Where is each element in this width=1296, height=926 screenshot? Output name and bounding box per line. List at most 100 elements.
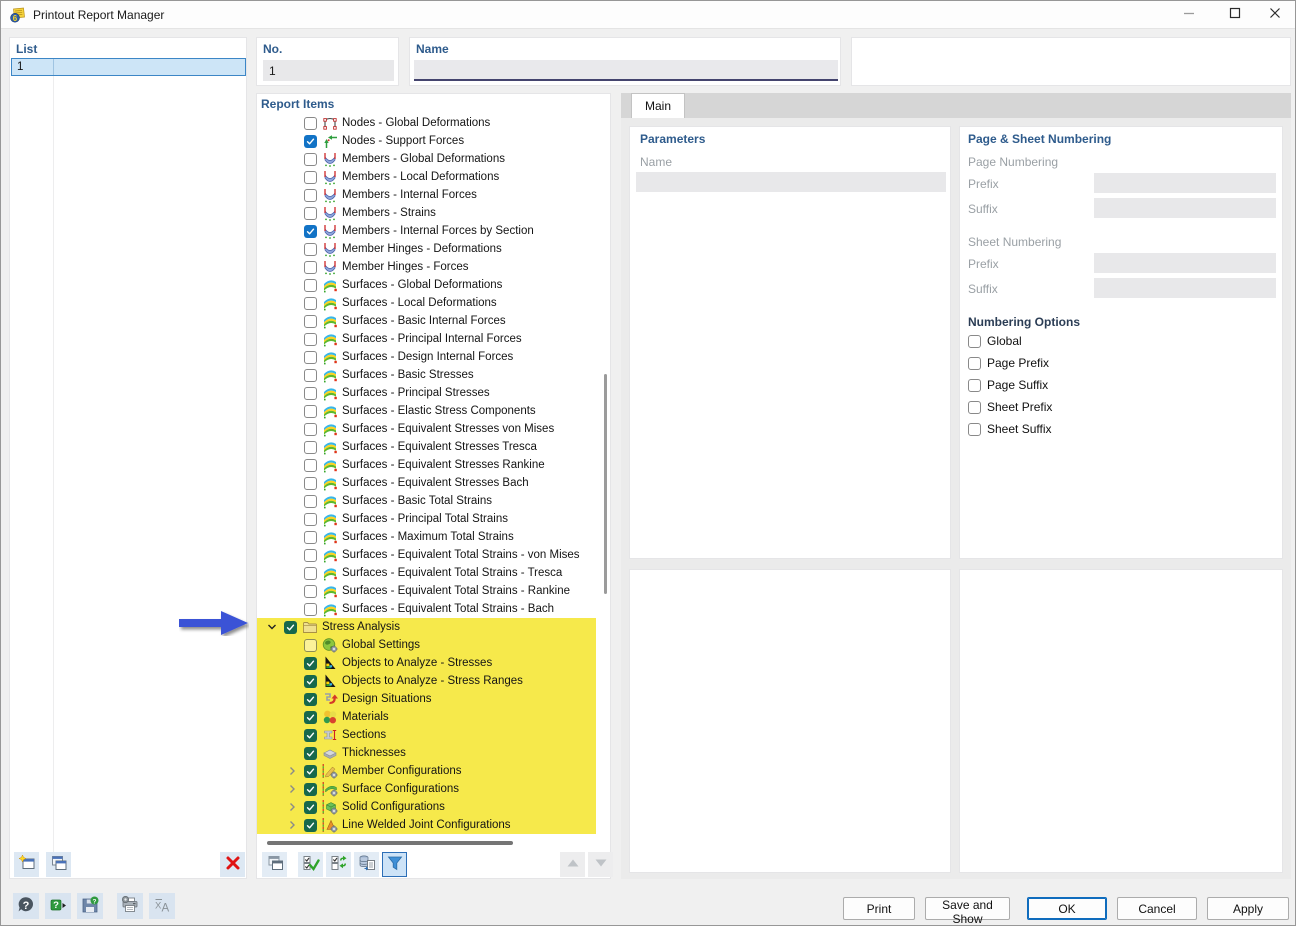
report-item-checkbox[interactable]	[304, 369, 317, 382]
report-item-checkbox[interactable]	[304, 531, 317, 544]
report-item-row[interactable]: Member Configurations	[257, 762, 596, 780]
move-up-button[interactable]	[560, 852, 585, 877]
vertical-scrollbar[interactable]	[604, 374, 607, 594]
language-button[interactable]: XA	[149, 893, 175, 919]
report-item-checkbox[interactable]	[304, 729, 317, 742]
import-from-database-button[interactable]	[354, 852, 379, 877]
report-item-checkbox[interactable]	[304, 279, 317, 292]
report-item-row[interactable]: Sections	[257, 726, 596, 744]
report-item-row[interactable]: Nodes - Global Deformations	[257, 114, 596, 132]
report-item-row[interactable]: Solid Configurations	[257, 798, 596, 816]
numbering-option-checkbox[interactable]	[968, 423, 981, 436]
report-item-row[interactable]: Objects to Analyze - Stresses	[257, 654, 596, 672]
copy-items-button[interactable]	[262, 852, 287, 877]
print-button[interactable]: Print	[843, 897, 915, 920]
numbering-option-checkbox[interactable]	[968, 401, 981, 414]
save-and-show-button[interactable]: Save and Show	[925, 897, 1010, 920]
report-item-checkbox[interactable]	[304, 639, 317, 652]
report-item-checkbox[interactable]	[304, 423, 317, 436]
report-item-row[interactable]: Surfaces - Equivalent Stresses Tresca	[257, 438, 596, 456]
report-item-checkbox[interactable]	[304, 549, 317, 562]
report-item-checkbox[interactable]	[304, 675, 317, 688]
report-number-input[interactable]	[263, 60, 394, 81]
report-item-checkbox[interactable]	[304, 387, 317, 400]
report-item-checkbox[interactable]	[304, 261, 317, 274]
report-item-checkbox[interactable]	[304, 405, 317, 418]
report-item-row[interactable]: Member Hinges - Deformations	[257, 240, 596, 258]
report-item-row[interactable]: Surfaces - Equivalent Total Strains - Ba…	[257, 600, 596, 618]
report-item-row[interactable]: Surfaces - Elastic Stress Components	[257, 402, 596, 420]
report-item-checkbox[interactable]	[304, 765, 317, 778]
copy-report-button[interactable]	[46, 852, 71, 877]
report-item-checkbox[interactable]	[284, 621, 297, 634]
report-item-row[interactable]: Nodes - Support Forces	[257, 132, 596, 150]
report-item-row[interactable]: Design Situations	[257, 690, 596, 708]
report-item-checkbox[interactable]	[304, 297, 317, 310]
list-row[interactable]: 1	[11, 58, 246, 76]
report-item-checkbox[interactable]	[304, 783, 317, 796]
toggle-selection-button[interactable]	[326, 852, 351, 877]
report-item-checkbox[interactable]	[304, 207, 317, 220]
report-item-checkbox[interactable]	[304, 801, 317, 814]
report-item-checkbox[interactable]	[304, 693, 317, 706]
report-item-checkbox[interactable]	[304, 495, 317, 508]
report-item-checkbox[interactable]	[304, 459, 317, 472]
report-item-checkbox[interactable]	[304, 585, 317, 598]
report-item-row[interactable]: Surfaces - Principal Total Strains	[257, 510, 596, 528]
report-item-row[interactable]: Surfaces - Equivalent Total Strains - Tr…	[257, 564, 596, 582]
quick-help-button[interactable]: ?	[45, 893, 71, 919]
select-all-button[interactable]	[298, 852, 323, 877]
report-item-checkbox[interactable]	[304, 513, 317, 526]
report-item-checkbox[interactable]	[304, 117, 317, 130]
report-item-row[interactable]: Objects to Analyze - Stress Ranges	[257, 672, 596, 690]
report-item-row[interactable]: Surfaces - Design Internal Forces	[257, 348, 596, 366]
ok-button[interactable]: OK	[1027, 897, 1107, 920]
report-item-row[interactable]: Surfaces - Equivalent Stresses von Mises	[257, 420, 596, 438]
report-item-row[interactable]: Surfaces - Equivalent Total Strains - vo…	[257, 546, 596, 564]
report-item-row[interactable]: Member Hinges - Forces	[257, 258, 596, 276]
delete-report-button[interactable]	[220, 852, 245, 877]
report-item-checkbox[interactable]	[304, 189, 317, 202]
report-item-row[interactable]: Members - Global Deformations	[257, 150, 596, 168]
report-item-row[interactable]: Surfaces - Principal Internal Forces	[257, 330, 596, 348]
report-item-row[interactable]: Members - Internal Forces	[257, 186, 596, 204]
report-item-row[interactable]: Stress Analysis	[257, 618, 596, 636]
report-item-checkbox[interactable]	[304, 315, 317, 328]
report-item-row[interactable]: Surfaces - Basic Stresses	[257, 366, 596, 384]
report-item-row[interactable]: Surfaces - Principal Stresses	[257, 384, 596, 402]
report-name-input[interactable]	[414, 60, 838, 81]
chevron-right-icon[interactable]	[282, 820, 301, 830]
report-item-row[interactable]: Members - Internal Forces by Section	[257, 222, 596, 240]
minimize-button[interactable]	[1167, 1, 1211, 28]
report-item-checkbox[interactable]	[304, 603, 317, 616]
help-button[interactable]: ?	[13, 893, 39, 919]
report-item-checkbox[interactable]	[304, 441, 317, 454]
apply-button[interactable]: Apply	[1207, 897, 1289, 920]
report-item-row[interactable]: Surfaces - Maximum Total Strains	[257, 528, 596, 546]
report-item-row[interactable]: Surfaces - Basic Total Strains	[257, 492, 596, 510]
print-settings-button[interactable]	[117, 893, 143, 919]
report-item-checkbox[interactable]	[304, 567, 317, 580]
report-item-checkbox[interactable]	[304, 657, 317, 670]
report-item-row[interactable]: Surfaces - Basic Internal Forces	[257, 312, 596, 330]
report-item-row[interactable]: Thicknesses	[257, 744, 596, 762]
report-item-row[interactable]: Surfaces - Global Deformations	[257, 276, 596, 294]
new-report-button[interactable]	[14, 852, 39, 877]
maximize-button[interactable]	[1213, 1, 1257, 28]
horizontal-scrollbar[interactable]	[267, 841, 513, 845]
report-item-checkbox[interactable]	[304, 477, 317, 490]
report-item-row[interactable]: Materials	[257, 708, 596, 726]
report-item-checkbox[interactable]	[304, 711, 317, 724]
chevron-right-icon[interactable]	[282, 766, 301, 776]
report-item-row[interactable]: Surfaces - Local Deformations	[257, 294, 596, 312]
report-item-row[interactable]: Members - Local Deformations	[257, 168, 596, 186]
numbering-option-checkbox[interactable]	[968, 335, 981, 348]
chevron-right-icon[interactable]	[282, 802, 301, 812]
chevron-right-icon[interactable]	[282, 784, 301, 794]
save-as-default-button[interactable]: ?	[77, 893, 103, 919]
numbering-option-checkbox[interactable]	[968, 357, 981, 370]
close-button[interactable]	[1253, 1, 1296, 28]
report-item-checkbox[interactable]	[304, 171, 317, 184]
report-item-row[interactable]: Members - Strains	[257, 204, 596, 222]
report-item-checkbox[interactable]	[304, 243, 317, 256]
